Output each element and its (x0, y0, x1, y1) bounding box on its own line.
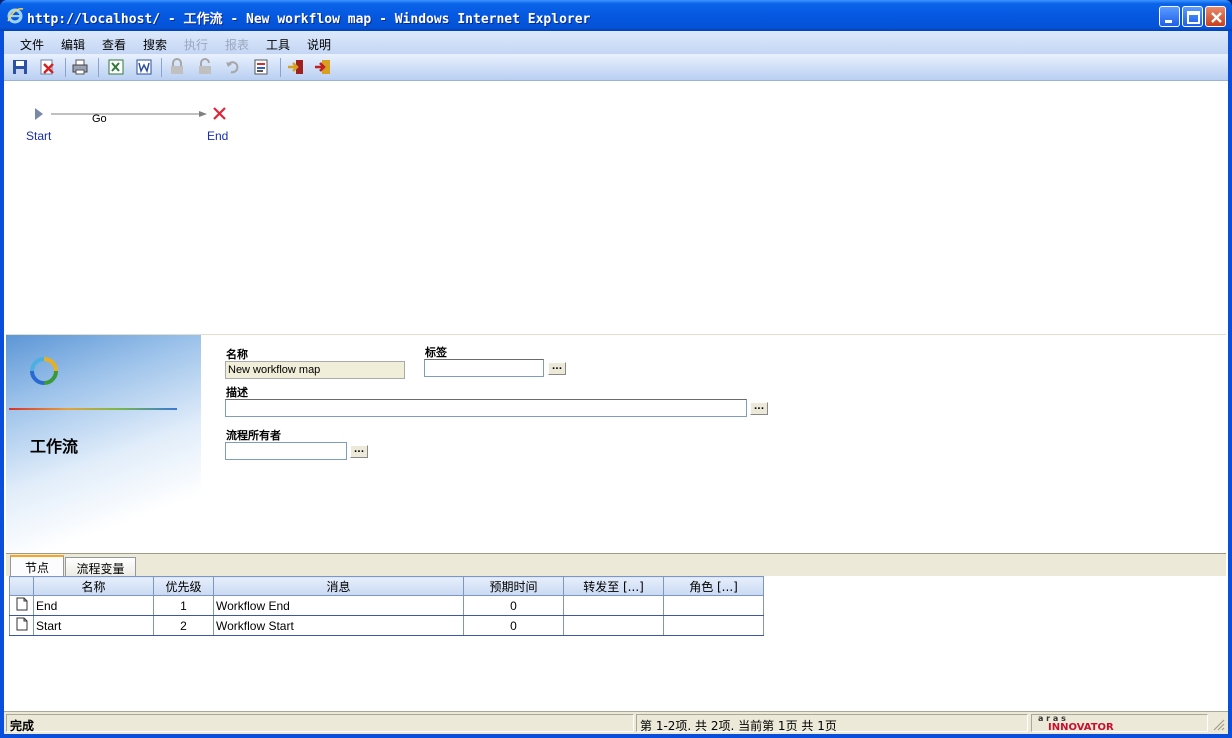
name-field[interactable]: New workflow map (225, 361, 405, 379)
name-label: 名称 (226, 348, 248, 361)
browser-window: http://localhost/ - 工作流 - New workflow m… (0, 0, 1232, 738)
row-document-icon-cell (9, 595, 34, 616)
cell-expected-time[interactable]: 0 (463, 595, 564, 616)
aras-innovator-logo: a r a s INNOVATOR (1031, 714, 1208, 733)
nodes-grid: 名称 优先级 消息 预期时间 转发至 [...] 角色 [...] End 1 … (9, 576, 764, 636)
form-type-title: 工作流 (30, 437, 79, 456)
owner-ellipsis-button[interactable]: ... (350, 445, 368, 458)
description-label: 描述 (226, 386, 248, 399)
status-text: 完成 (6, 714, 634, 733)
cell-expected-time[interactable]: 0 (463, 615, 564, 636)
toolbar-separator (280, 58, 281, 77)
document-icon (16, 597, 27, 611)
workflow-icon (30, 357, 58, 385)
owner-field[interactable] (225, 442, 347, 460)
cell-role[interactable] (663, 595, 764, 616)
grid-header-expected-time[interactable]: 预期时间 (463, 576, 564, 596)
label-ellipsis-button[interactable]: ... (548, 362, 566, 375)
menu-help[interactable]: 说明 (307, 36, 331, 53)
grid-header-role[interactable]: 角色 [...] (663, 576, 764, 596)
row-document-icon-cell (9, 615, 34, 636)
tab-nodes[interactable]: 节点 (10, 555, 64, 576)
table-row[interactable]: End 1 Workflow End 0 (9, 595, 764, 616)
toolbar-separator (161, 58, 162, 77)
tab-strip: 节点 流程变量 (6, 554, 1226, 576)
exit-icon[interactable] (314, 58, 332, 76)
menu-reports: 报表 (225, 38, 250, 52)
form-banner: 工作流 (6, 335, 201, 553)
menu-tools[interactable]: 工具 (266, 36, 290, 53)
paging-info: 第 1-2项. 共 2项. 当前第 1页 共 1页 (636, 714, 1028, 733)
menu-bar: 文件 编辑 查看 搜索 执行 报表 工具 说明 (4, 31, 1228, 54)
status-bar: 完成 第 1-2项. 共 2项. 当前第 1页 共 1页 a r a s INN… (4, 711, 1228, 734)
title-bar[interactable]: http://localhost/ - 工作流 - New workflow m… (0, 0, 1232, 31)
unlock-icon (199, 58, 211, 74)
grid-header-escalate-to[interactable]: 转发至 [...] (563, 576, 664, 596)
relationships-panel: 节点 流程变量 名称 优先级 消息 预期时间 转发至 [...] 角色 [...… (6, 553, 1226, 711)
maximize-button[interactable] (1182, 6, 1203, 27)
end-node-label[interactable]: End (207, 129, 228, 143)
description-ellipsis-button[interactable]: ... (750, 402, 768, 415)
export-word-icon[interactable] (135, 58, 153, 76)
cell-escalate-to[interactable] (563, 615, 664, 636)
grid-header-message[interactable]: 消息 (213, 576, 464, 596)
label-field[interactable] (424, 359, 544, 377)
cell-message[interactable]: Workflow Start (213, 615, 464, 636)
banner-divider (9, 408, 177, 410)
internet-explorer-icon (7, 8, 24, 24)
undo-icon (226, 61, 239, 74)
close-item-icon[interactable] (38, 58, 56, 76)
cell-name[interactable]: End (33, 595, 154, 616)
item-form: 工作流 名称 New workflow map 标签 ... 描述 ... 流程… (6, 334, 1226, 553)
menu-file[interactable]: 文件 (20, 36, 44, 53)
start-node-label[interactable]: Start (26, 129, 51, 143)
owner-label: 流程所有者 (226, 429, 281, 442)
workflow-map-canvas[interactable]: Start Go End (6, 82, 1226, 333)
cell-message[interactable]: Workflow End (213, 595, 464, 616)
lock-icon (171, 58, 183, 74)
close-icon (1211, 12, 1222, 23)
resize-grip-icon[interactable] (1212, 718, 1225, 731)
close-window-button[interactable] (1205, 6, 1226, 27)
cell-escalate-to[interactable] (563, 595, 664, 616)
browser-content: 文件 编辑 查看 搜索 执行 报表 工具 说明 Start Go End 工作流… (4, 31, 1228, 734)
grid-header-icon (9, 576, 34, 596)
menu-actions: 执行 (184, 38, 209, 52)
menu-view[interactable]: 查看 (102, 36, 126, 53)
cell-priority[interactable]: 2 (153, 615, 214, 636)
toolbar-separator (98, 58, 99, 77)
minimize-icon (1165, 20, 1172, 23)
grid-header-priority[interactable]: 优先级 (153, 576, 214, 596)
toolbar (4, 54, 1228, 81)
table-row[interactable]: Start 2 Workflow Start 0 (9, 615, 764, 636)
print-icon[interactable] (71, 58, 89, 76)
menu-search[interactable]: 搜索 (143, 36, 167, 53)
save-icon[interactable] (11, 58, 29, 76)
menu-edit[interactable]: 编辑 (61, 36, 85, 53)
cell-priority[interactable]: 1 (153, 595, 214, 616)
tab-process-variables[interactable]: 流程变量 (65, 557, 136, 576)
document-icon (16, 617, 27, 631)
path-label[interactable]: Go (92, 113, 107, 125)
description-field[interactable] (225, 399, 747, 417)
start-node-icon[interactable] (35, 108, 43, 120)
cell-name[interactable]: Start (33, 615, 154, 636)
label-label: 标签 (425, 346, 447, 359)
export-excel-icon[interactable] (107, 58, 125, 76)
promote-icon[interactable] (287, 58, 305, 76)
grid-header-name[interactable]: 名称 (33, 576, 154, 596)
cell-role[interactable] (663, 615, 764, 636)
path-arrowhead (199, 111, 207, 117)
end-node-icon[interactable] (213, 107, 226, 120)
logo-innovator-text: INNOVATOR (1048, 722, 1114, 733)
window-title: http://localhost/ - 工作流 - New workflow m… (27, 12, 591, 27)
maximize-icon (1187, 11, 1200, 24)
report-icon[interactable] (252, 58, 270, 76)
minimize-button[interactable] (1159, 6, 1180, 27)
toolbar-separator (65, 58, 66, 77)
grid-header-row: 名称 优先级 消息 预期时间 转发至 [...] 角色 [...] (9, 576, 764, 596)
